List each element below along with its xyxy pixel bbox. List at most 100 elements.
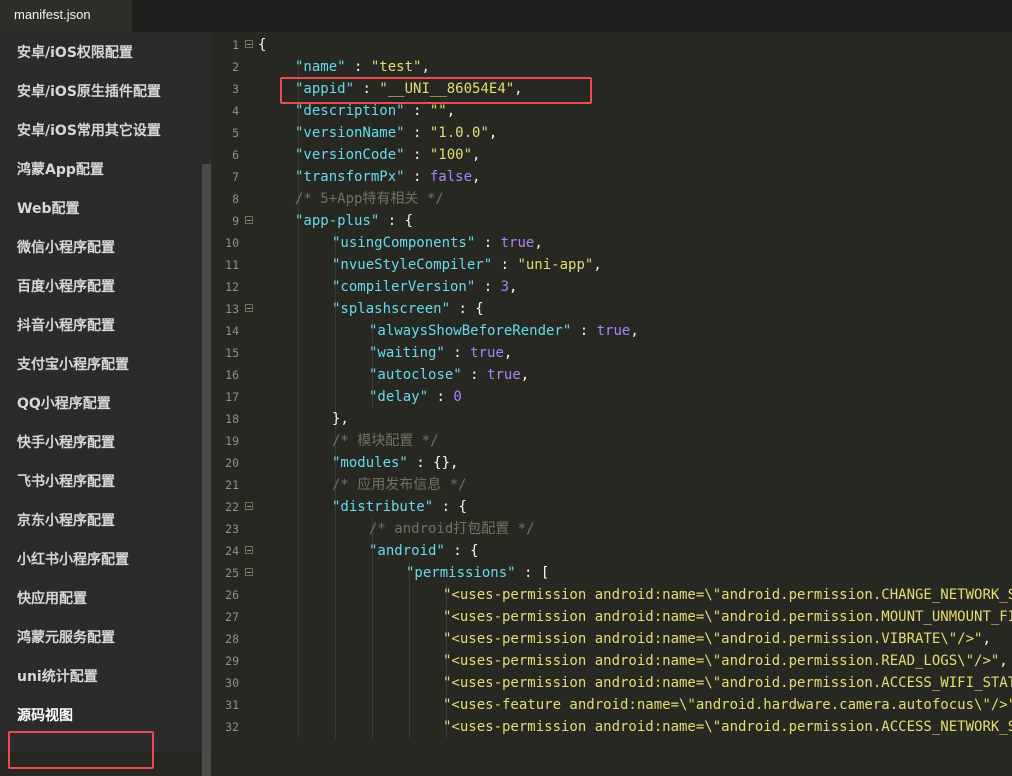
code-token: "<uses-permission android:name=\"android… — [443, 631, 983, 647]
code-line: 8 /* 5+App特有相关 */ — [212, 188, 1012, 210]
code-token: "versionCode" — [295, 147, 405, 163]
sidebar-item[interactable]: 京东小程序配置 — [17, 502, 115, 541]
code-token: , — [982, 631, 991, 647]
code-token: "test" — [370, 59, 422, 75]
line-number: 13 — [225, 302, 239, 316]
sidebar-item[interactable]: 微信小程序配置 — [17, 229, 115, 268]
code-text: "nvueStyleCompiler" : "uni-app", — [332, 254, 602, 276]
sidebar-item[interactable]: Web配置 — [17, 190, 79, 229]
code-token: : { — [444, 543, 479, 559]
sidebar-item[interactable]: 安卓/iOS原生插件配置 — [17, 73, 161, 112]
code-text: "autoclose" : true, — [369, 364, 529, 386]
line-number: 22 — [225, 500, 239, 514]
sidebar-item[interactable]: 快手小程序配置 — [17, 424, 115, 463]
code-line: 31 "<uses-feature android:name=\"android.… — [212, 694, 1012, 716]
code-token: : — [428, 389, 454, 405]
code-line: 28 "<uses-permission android:name=\"andro… — [212, 628, 1012, 650]
code-text: "transformPx" : false, — [295, 166, 480, 188]
code-line: 22 "distribute" : { — [212, 496, 1012, 518]
sidebar-item[interactable]: 飞书小程序配置 — [17, 463, 115, 502]
sidebar-item[interactable]: 安卓/iOS常用其它设置 — [17, 112, 161, 151]
sidebar-item[interactable]: 鸿蒙App配置 — [17, 151, 104, 190]
code-token: "waiting" — [369, 345, 445, 361]
line-number: 15 — [225, 346, 239, 360]
code-line: 25 "permissions" : [ — [212, 562, 1012, 584]
code-text: "permissions" : [ — [406, 562, 549, 584]
code-line: 26 "<uses-permission android:name=\"andro… — [212, 584, 1012, 606]
line-number: 17 — [225, 390, 239, 404]
code-line: 5 "versionName" : "1.0.0", — [212, 122, 1012, 144]
code-token: "" — [429, 103, 447, 119]
code-token: "transformPx" — [295, 169, 405, 185]
code-line: 19 /* 模块配置 */ — [212, 430, 1012, 452]
line-number: 3 — [232, 82, 239, 96]
line-number: 8 — [232, 192, 239, 206]
code-token: /* 5+App特有相关 */ — [295, 191, 444, 207]
code-token: : — [571, 323, 597, 339]
code-token: , — [503, 345, 513, 361]
line-number: 4 — [232, 104, 239, 118]
code-line: 7 "transformPx" : false, — [212, 166, 1012, 188]
code-token: "alwaysShowBeforeRender" — [369, 323, 572, 339]
sidebar-item[interactable]: QQ小程序配置 — [17, 385, 111, 424]
sidebar-item[interactable]: 鸿蒙元服务配置 — [17, 619, 115, 658]
sidebar-item[interactable]: 快应用配置 — [17, 580, 87, 619]
code-token: { — [258, 37, 267, 53]
code-line: 16 "autoclose" : true, — [212, 364, 1012, 386]
code-token: , — [593, 257, 602, 273]
fold-toggle-icon[interactable] — [245, 40, 253, 48]
sidebar-scrollbar[interactable] — [202, 164, 211, 776]
code-text: "android" : { — [369, 540, 479, 562]
fold-toggle-icon[interactable] — [245, 568, 253, 576]
line-number: 25 — [225, 566, 239, 580]
code-token: : [ — [515, 565, 550, 581]
code-token: 0 — [453, 389, 462, 405]
code-token: "delay" — [369, 389, 429, 405]
code-text: "<uses-feature android:name=\"android.ha… — [443, 694, 1012, 716]
code-token: "<uses-permission android:name=\"android… — [443, 653, 1000, 669]
code-token: true — [596, 323, 631, 339]
highlight-box-source-view — [8, 731, 154, 769]
code-token: , — [421, 59, 430, 75]
fold-toggle-icon[interactable] — [245, 502, 253, 510]
code-token: , — [520, 367, 530, 383]
line-number: 16 — [225, 368, 239, 382]
fold-toggle-icon[interactable] — [245, 216, 253, 224]
line-number: 6 — [232, 148, 239, 162]
line-number: 7 — [232, 170, 239, 184]
code-text: "versionName" : "1.0.0", — [295, 122, 497, 144]
code-line: 13 "splashscreen" : { — [212, 298, 1012, 320]
sidebar-item[interactable]: 小红书小程序配置 — [17, 541, 129, 580]
fold-toggle-icon[interactable] — [245, 546, 253, 554]
code-line: 6 "versionCode" : "100", — [212, 144, 1012, 166]
code-token: "splashscreen" — [332, 301, 451, 317]
sidebar-item[interactable]: 百度小程序配置 — [17, 268, 115, 307]
tab-bar: manifest.json — [0, 0, 1012, 32]
sidebar-item[interactable]: 抖音小程序配置 — [17, 307, 115, 346]
code-token: true — [470, 345, 504, 361]
code-line: 1{ — [212, 34, 1012, 56]
code-line: 27 "<uses-permission android:name=\"andro… — [212, 606, 1012, 628]
sidebar-item[interactable]: 支付宝小程序配置 — [17, 346, 129, 385]
code-text: "waiting" : true, — [369, 342, 512, 364]
code-line: 18}, — [212, 408, 1012, 430]
code-token: "description" — [295, 103, 405, 119]
code-text: "<uses-permission android:name=\"android… — [443, 650, 1008, 672]
code-token: "app-plus" — [295, 213, 380, 229]
code-text: /* android打包配置 */ — [369, 518, 535, 540]
code-editor[interactable]: 1{2 "name" : "test", 3 "appid" : "__UNI__86… — [212, 32, 1012, 752]
code-token: "1.0.0" — [429, 125, 489, 141]
sidebar-item[interactable]: uni统计配置 — [17, 658, 98, 697]
tab-manifest-json[interactable]: manifest.json — [0, 0, 132, 32]
code-line: 32 "<uses-permission android:name=\"andro… — [212, 716, 1012, 738]
code-line: 24 "android" : { — [212, 540, 1012, 562]
code-token: : — [404, 147, 430, 163]
code-token: "distribute" — [332, 499, 434, 515]
code-token: : — [444, 345, 471, 361]
fold-toggle-icon[interactable] — [245, 304, 253, 312]
code-token: , — [630, 323, 639, 339]
code-text: /* 模块配置 */ — [332, 430, 439, 452]
code-token: "autoclose" — [369, 367, 462, 383]
sidebar-item[interactable]: 安卓/iOS权限配置 — [17, 34, 133, 73]
code-token: "modules" — [332, 455, 408, 471]
